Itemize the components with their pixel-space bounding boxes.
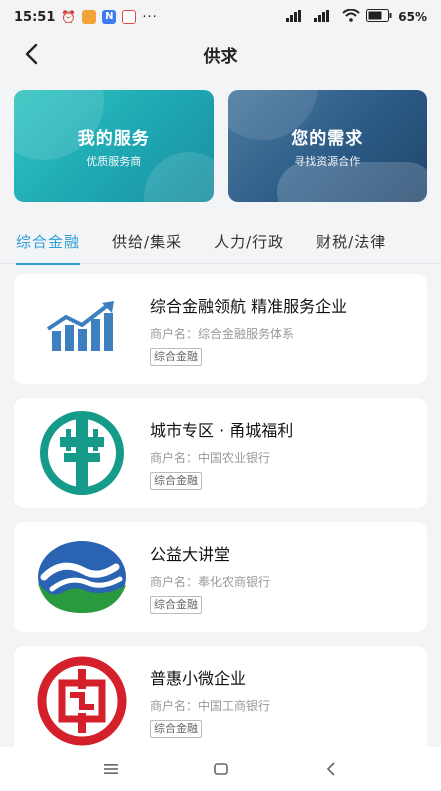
- card-title: 城市专区 · 甬城福利: [150, 420, 294, 440]
- tab-label: 综合金融: [16, 233, 81, 251]
- system-back-button[interactable]: [316, 754, 346, 784]
- chart-growth-icon: [34, 281, 130, 377]
- home-icon: [213, 763, 228, 775]
- tab-label: 供给/集采: [112, 233, 183, 251]
- page-title: 供求: [203, 46, 238, 67]
- list-item[interactable]: 公益大讲堂 商户名：奉化农商银行 综合金融: [14, 522, 427, 632]
- banner-subtitle: 寻找资源合作: [294, 154, 361, 168]
- nav-bar: 供求: [0, 34, 441, 74]
- card-merchant: 商户名：奉化农商银行: [150, 574, 271, 589]
- status-left: 15:51 ⏰ N ···: [14, 10, 158, 25]
- list-item[interactable]: 普惠小微企业 商户名：中国工商银行 综合金融: [14, 646, 427, 756]
- category-tabs: 综合金融 供给/集采 人力/行政 财税/法律: [0, 220, 441, 265]
- tab-label: 财税/法律: [316, 233, 387, 251]
- system-back-icon: [326, 762, 335, 776]
- card-tag: 综合金融: [150, 595, 202, 614]
- banner-decoration: [143, 152, 214, 202]
- banner-title: 我的服务: [77, 128, 150, 149]
- menu-icon: [103, 764, 118, 774]
- abc-bank-logo: [34, 405, 130, 501]
- service-list: 综合金融领航 精准服务企业 商户名：综合金融服务体系 综合金融 城市专区 · 甬…: [14, 274, 427, 770]
- card-title: 综合金融领航 精准服务企业: [150, 296, 348, 316]
- banner-subtitle: 优质服务商: [86, 154, 142, 168]
- rural-bank-logo: [34, 529, 130, 625]
- card-merchant: 商户名：中国工商银行: [150, 698, 271, 713]
- card-merchant: 商户名：综合金融服务体系: [150, 326, 295, 341]
- icbc-logo: [34, 653, 130, 749]
- alarm-icon: ⏰: [61, 10, 77, 24]
- card-body: 城市专区 · 甬城福利 商户名：中国农业银行 综合金融: [150, 417, 293, 490]
- n-app-icon: N: [102, 10, 117, 24]
- battery-icon: [366, 9, 392, 25]
- signal-2-icon: [314, 9, 336, 25]
- card-merchant: 商户名：中国农业银行: [150, 450, 271, 465]
- status-bar: 15:51 ⏰ N ··· 65%: [0, 0, 441, 34]
- banners: 我的服务 优质服务商 您的需求 寻找资源合作: [14, 90, 427, 202]
- status-time: 15:51: [14, 9, 56, 25]
- tab-supply-procurement[interactable]: 供给/集采: [112, 220, 182, 264]
- chat-app-icon: [122, 10, 137, 24]
- status-right: 65%: [286, 8, 427, 25]
- banner-title: 您的需求: [291, 128, 364, 149]
- signal-icon: [286, 9, 308, 25]
- card-tag: 综合金融: [150, 471, 202, 490]
- tab-hr-admin[interactable]: 人力/行政: [214, 220, 284, 264]
- card-tag: 综合金融: [150, 719, 202, 738]
- wifi-icon: [342, 8, 360, 25]
- back-button[interactable]: [16, 40, 46, 68]
- back-arrow-icon: [25, 43, 38, 65]
- my-service-banner[interactable]: 我的服务 优质服务商: [14, 90, 214, 202]
- menu-button[interactable]: [96, 754, 126, 784]
- system-nav-bar: [0, 747, 441, 791]
- card-title: 公益大讲堂: [150, 544, 231, 564]
- tab-tax-legal[interactable]: 财税/法律: [316, 220, 386, 264]
- tab-comprehensive-finance[interactable]: 综合金融: [16, 220, 81, 265]
- card-body: 公益大讲堂 商户名：奉化农商银行 综合金融: [150, 541, 270, 614]
- card-body: 普惠小微企业 商户名：中国工商银行 综合金融: [150, 665, 270, 738]
- card-tag: 综合金融: [150, 347, 202, 366]
- list-item[interactable]: 综合金融领航 精准服务企业 商户名：综合金融服务体系 综合金融: [14, 274, 427, 384]
- home-button[interactable]: [206, 754, 236, 784]
- card-title: 普惠小微企业: [150, 668, 247, 688]
- your-demand-banner[interactable]: 您的需求 寻找资源合作: [227, 90, 427, 202]
- list-item[interactable]: 城市专区 · 甬城福利 商户名：中国农业银行 综合金融: [14, 398, 427, 508]
- card-body: 综合金融领航 精准服务企业 商户名：综合金融服务体系 综合金融: [150, 293, 347, 366]
- battery-percent: 65%: [398, 10, 427, 24]
- more-notifications-icon: ···: [142, 9, 158, 25]
- app-notification-icon: [82, 10, 97, 24]
- tab-label: 人力/行政: [214, 233, 285, 251]
